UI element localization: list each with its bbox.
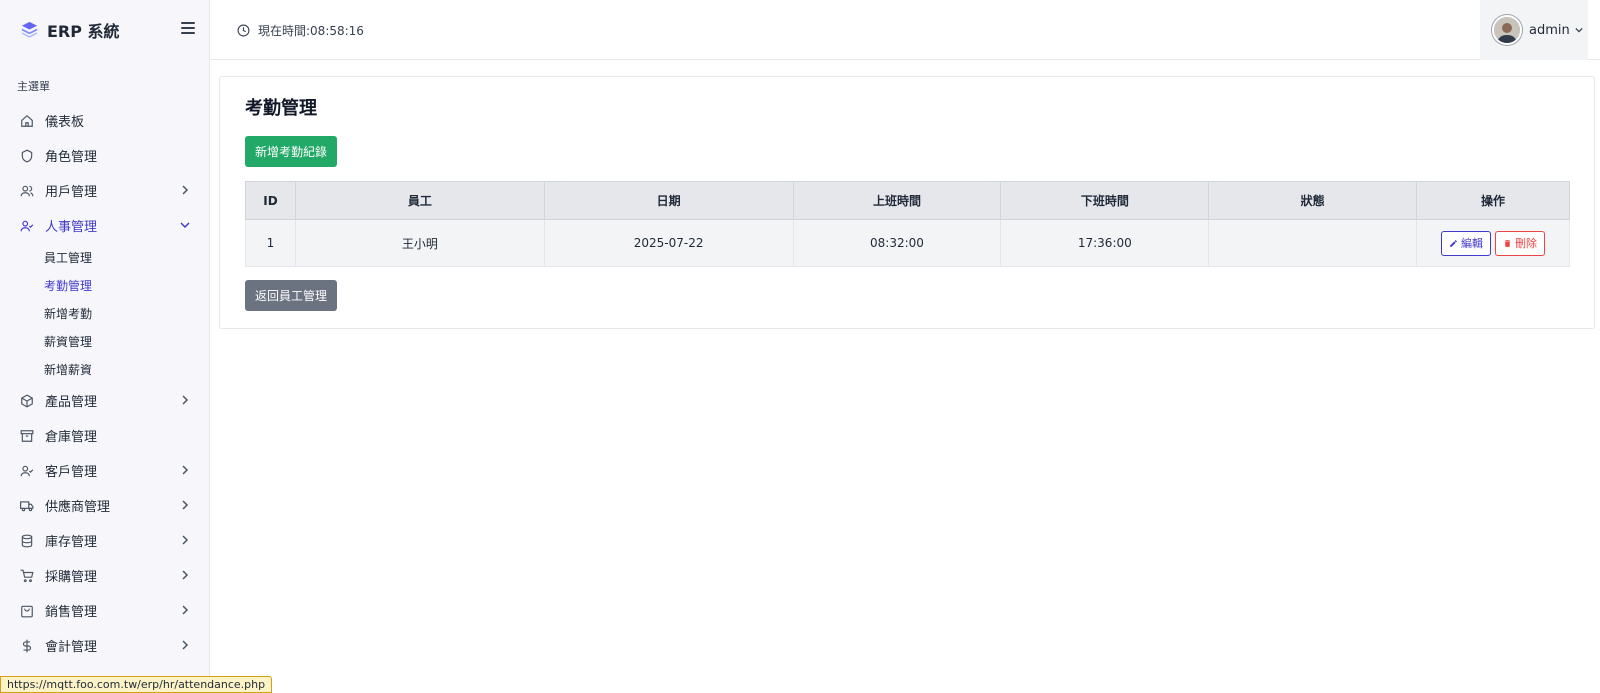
submenu-item-add-attendance[interactable]: 新增考勤 — [44, 299, 210, 327]
submenu-item-attendance[interactable]: 考勤管理 — [44, 271, 210, 299]
sidebar-item-label: 會計管理 — [45, 640, 98, 655]
column-header[interactable]: 日期 — [543, 181, 794, 220]
chevron-right-icon — [182, 185, 189, 195]
cell-date: 2025-07-22 — [543, 219, 794, 267]
user-name: admin — [1529, 22, 1570, 38]
shield-icon — [20, 149, 34, 163]
sidebar-item-label: 人事管理 — [45, 220, 98, 235]
avatar — [1492, 15, 1522, 45]
cell-actions: 編輯 刪除 — [1416, 219, 1570, 267]
menu-toggle-icon[interactable] — [181, 22, 195, 34]
add-attendance-button[interactable]: 新增考勤紀錄 — [245, 136, 337, 167]
layers-logo-icon — [21, 21, 38, 38]
chevron-right-icon — [182, 640, 189, 650]
cell-clock-in: 08:32:00 — [792, 219, 1002, 267]
sidebar-item-dashboard[interactable]: 儀表板 — [0, 103, 210, 138]
sidebar-item-label: 倉庫管理 — [45, 430, 98, 445]
dollar-icon — [20, 639, 34, 653]
sidebar-menu: 儀表板 角色管理 用戶管理 人事管理 員工管理 考勤管理 新增考勤 薪資管理 新… — [0, 103, 210, 663]
sidebar-item-inventory[interactable]: 庫存管理 — [0, 523, 210, 558]
database-icon — [20, 534, 34, 548]
delete-label: 刪除 — [1515, 237, 1538, 250]
trash-icon — [1504, 239, 1511, 247]
pencil-icon — [1450, 239, 1457, 247]
user-check-icon — [20, 464, 34, 478]
clock-text: 現在時間:08:58:16 — [258, 24, 364, 38]
clock-display: 現在時間:08:58:16 — [237, 22, 364, 39]
column-header[interactable]: 操作 — [1416, 181, 1570, 220]
submenu-item-salary[interactable]: 薪資管理 — [44, 327, 210, 355]
submenu-item-employees[interactable]: 員工管理 — [44, 243, 210, 271]
chevron-right-icon — [182, 570, 189, 580]
user-check-icon — [20, 219, 34, 233]
attendance-table: ID 員工 日期 上班時間 下班時間 狀態 操作 1 王小明 2025-07-2… — [245, 181, 1570, 267]
brand-title: ERP 系統 — [47, 21, 120, 41]
cell-employee: 王小明 — [294, 219, 545, 267]
hr-submenu: 員工管理 考勤管理 新增考勤 薪資管理 新增薪資 — [0, 243, 210, 383]
cell-id: 1 — [245, 219, 296, 267]
sidebar-item-hr[interactable]: 人事管理 — [0, 208, 210, 243]
attendance-card: 考勤管理 新增考勤紀錄 ID 員工 日期 上班時間 下班時間 狀態 操作 1 王… — [219, 76, 1595, 329]
sidebar-item-label: 儀表板 — [45, 115, 85, 130]
sidebar-item-customers[interactable]: 客戶管理 — [0, 453, 210, 488]
truck-icon — [20, 499, 34, 513]
delete-button[interactable]: 刪除 — [1495, 230, 1546, 256]
sidebar-item-label: 庫存管理 — [45, 535, 98, 550]
sidebar-item-users[interactable]: 用戶管理 — [0, 173, 210, 208]
sidebar-item-products[interactable]: 產品管理 — [0, 383, 210, 418]
edit-button[interactable]: 編輯 — [1441, 230, 1492, 256]
brand[interactable]: ERP 系統 — [0, 0, 209, 59]
column-header[interactable]: 員工 — [294, 181, 545, 220]
shopping-bag-icon — [20, 604, 34, 618]
sidebar-item-purchasing[interactable]: 採購管理 — [0, 558, 210, 593]
cell-clock-out: 17:36:00 — [1000, 219, 1210, 267]
box-icon — [20, 393, 34, 408]
column-header[interactable]: 上班時間 — [792, 181, 1002, 220]
submenu-item-add-salary[interactable]: 新增薪資 — [44, 355, 210, 383]
cell-status — [1208, 219, 1418, 267]
sidebar: ERP 系統 主選單 儀表板 角色管理 用戶管理 人事管理 員工管理 考勤管理 … — [0, 0, 210, 693]
column-header[interactable]: ID — [245, 181, 296, 220]
sidebar-item-label: 用戶管理 — [45, 185, 98, 200]
chevron-right-icon — [182, 395, 189, 405]
chevron-right-icon — [182, 500, 189, 510]
sidebar-item-label: 供應商管理 — [45, 500, 111, 515]
menu-section-title: 主選單 — [17, 80, 50, 93]
sidebar-item-accounting[interactable]: 會計管理 — [0, 628, 210, 663]
table-row: 1 王小明 2025-07-22 08:32:00 17:36:00 編輯 刪除 — [245, 219, 1570, 267]
clock-icon — [237, 24, 250, 37]
sidebar-item-label: 產品管理 — [45, 395, 98, 410]
edit-label: 編輯 — [1461, 237, 1484, 250]
chevron-right-icon — [182, 535, 189, 545]
table-header-row: ID 員工 日期 上班時間 下班時間 狀態 操作 — [245, 181, 1570, 220]
sidebar-item-warehouse[interactable]: 倉庫管理 — [0, 418, 210, 453]
user-menu[interactable]: admin — [1480, 0, 1588, 60]
page-title: 考勤管理 — [245, 98, 317, 119]
sidebar-item-label: 採購管理 — [45, 570, 98, 585]
archive-icon — [20, 429, 34, 443]
sidebar-item-roles[interactable]: 角色管理 — [0, 138, 210, 173]
cart-icon — [20, 569, 34, 583]
chevron-right-icon — [182, 465, 189, 475]
chevron-right-icon — [182, 605, 189, 615]
chevron-down-icon — [180, 222, 190, 229]
status-url: https://mqtt.foo.com.tw/erp/hr/attendanc… — [0, 676, 273, 693]
sidebar-item-sales[interactable]: 銷售管理 — [0, 593, 210, 628]
home-icon — [20, 114, 34, 128]
chevron-down-icon — [1575, 27, 1583, 33]
sidebar-item-label: 角色管理 — [45, 150, 98, 165]
sidebar-item-label: 銷售管理 — [45, 605, 98, 620]
column-header[interactable]: 下班時間 — [1000, 181, 1210, 220]
column-header[interactable]: 狀態 — [1208, 181, 1418, 220]
sidebar-item-label: 客戶管理 — [45, 465, 98, 480]
sidebar-item-suppliers[interactable]: 供應商管理 — [0, 488, 210, 523]
users-icon — [20, 184, 34, 198]
top-bar: 現在時間:08:58:16 admin — [210, 0, 1600, 60]
back-to-employees-button[interactable]: 返回員工管理 — [245, 280, 337, 311]
